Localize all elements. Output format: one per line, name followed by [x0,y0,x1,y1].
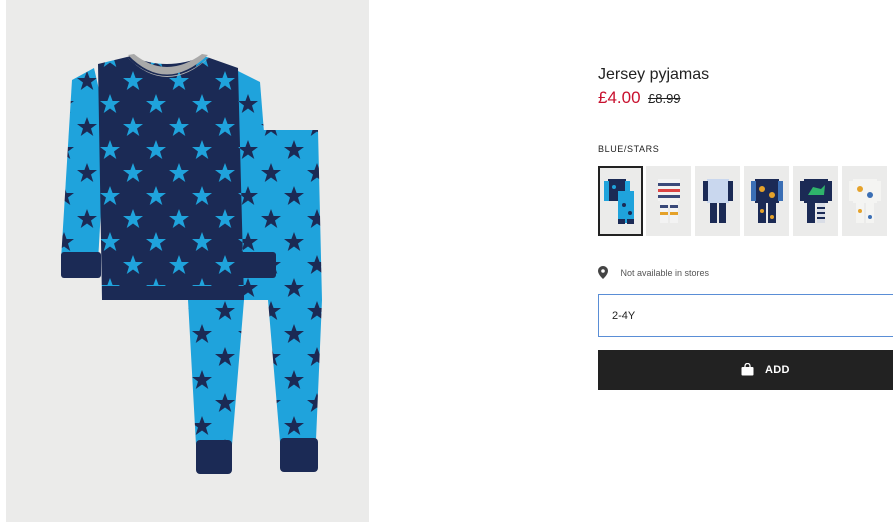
add-button-label: ADD [765,364,790,376]
pyjamas-thumbnail-icon [799,179,832,223]
color-label: BLUE/STARS [598,144,660,154]
size-select[interactable]: 2-4Y [598,294,893,337]
pyjamas-thumbnail-icon [750,179,783,223]
pyjamas-illustration [61,54,322,474]
product-title: Jersey pyjamas [598,66,710,83]
pyjamas-thumbnail-icon [848,179,881,223]
pyjamas-thumbnail-icon [657,179,680,223]
product-image[interactable] [6,0,369,522]
add-to-bag-button[interactable]: ADD [598,350,893,390]
pyjamas-thumbnail-icon [702,179,733,223]
swatch-blue-stars[interactable] [598,166,643,236]
color-swatches [598,166,893,236]
swatch-navy-dinosaur[interactable] [793,166,838,236]
store-availability: Not available in stores [598,264,709,280]
original-price: £8.99 [648,91,681,106]
location-pin-icon [598,266,608,280]
price-row: £4.00 £8.99 [598,88,681,108]
pyjamas-thumbnail-icon [603,179,634,224]
swatch-white-stripes-print[interactable] [646,166,691,236]
shopping-bag-icon [741,363,754,376]
availability-text: Not available in stores [620,267,709,278]
size-select-value: 2-4Y [612,310,636,322]
swatch-navy-print[interactable] [744,166,789,236]
swatch-white-print[interactable] [842,166,887,236]
swatch-light-blue-navy[interactable] [695,166,740,236]
sale-price: £4.00 [598,88,641,107]
